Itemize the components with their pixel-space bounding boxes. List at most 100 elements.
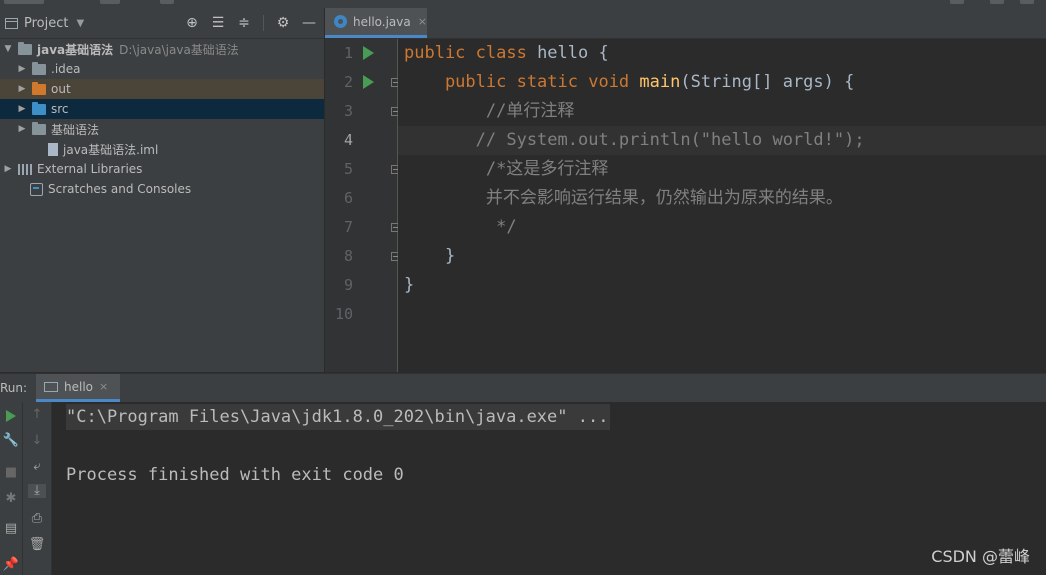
close-icon[interactable]: × bbox=[99, 380, 108, 393]
tab-hello-java[interactable]: hello.java × bbox=[325, 8, 427, 38]
tree-item[interactable]: ▶ 基础语法 bbox=[0, 119, 324, 139]
line-number: 2 bbox=[343, 73, 353, 91]
watermark: CSDN @蕾峰 bbox=[931, 547, 1030, 566]
project-panel-title[interactable]: Project bbox=[24, 16, 68, 31]
run-toolbar-primary: 🔧 ■ ✱ ▤ 📌 bbox=[0, 402, 23, 575]
code-token: // System.out.println("hello world!"); bbox=[404, 130, 865, 150]
close-icon[interactable]: × bbox=[418, 15, 427, 28]
code-token: } bbox=[404, 246, 456, 266]
toolbar-remnant bbox=[990, 0, 1004, 4]
code-token: public class bbox=[404, 43, 538, 63]
run-gutter-icon[interactable] bbox=[363, 46, 374, 60]
pin-icon[interactable]: 📌 bbox=[2, 558, 20, 572]
tree-item-label: Scratches and Consoles bbox=[48, 182, 192, 196]
tree-item[interactable]: ▶ out bbox=[0, 79, 324, 99]
tab-label: hello.java bbox=[353, 14, 411, 29]
code-token: public static void bbox=[404, 72, 640, 92]
scroll-to-end-icon[interactable]: ⤓ bbox=[28, 484, 46, 498]
code-line: public static void main(String[] args) { bbox=[404, 68, 854, 97]
editor-tab-bar: hello.java × bbox=[325, 8, 1046, 39]
project-tree: ▼ java基础语法 D:\java\java基础语法 ▶ .idea ▶ out ▶ src ▶… bbox=[0, 39, 324, 199]
run-panel-label: Run: bbox=[0, 381, 28, 395]
soft-wrap-icon[interactable]: ⤶ bbox=[28, 460, 46, 474]
arrow-up-icon[interactable]: ↑ bbox=[28, 408, 46, 422]
folder-icon bbox=[32, 61, 46, 75]
run-console-output[interactable]: "C:\Program Files\Java\jdk1.8.0_202\bin\… bbox=[52, 402, 1046, 575]
code-line: */ bbox=[404, 213, 517, 242]
hide-panel-icon[interactable]: — bbox=[302, 15, 316, 31]
code-line: } bbox=[404, 242, 455, 271]
wrench-icon[interactable]: 🔧 bbox=[2, 434, 20, 448]
locate-file-icon[interactable]: ⊕ bbox=[185, 15, 199, 31]
chevron-down-icon[interactable]: ▼ bbox=[76, 18, 84, 29]
layout-icon[interactable]: ▤ bbox=[2, 522, 20, 536]
run-panel-header: Run: hello × bbox=[0, 373, 1046, 402]
chevron-right-icon[interactable]: ▶ bbox=[2, 164, 14, 174]
code-token: { bbox=[598, 43, 609, 63]
chevron-down-icon[interactable]: ▼ bbox=[2, 44, 14, 54]
line-number: 6 bbox=[343, 189, 353, 207]
project-panel-tools: ⊕ ☰ ≑ ⚙ — bbox=[185, 15, 316, 31]
gear-icon[interactable]: ⚙ bbox=[276, 15, 290, 31]
tree-item-label: 基础语法 bbox=[51, 122, 100, 137]
tree-item[interactable]: Scratches and Consoles bbox=[0, 179, 324, 199]
code-line: // System.out.println("hello world!"); bbox=[404, 126, 865, 155]
print-icon[interactable]: ⎙ bbox=[28, 512, 46, 526]
tree-item-label: src bbox=[51, 102, 69, 116]
java-class-icon bbox=[334, 15, 347, 28]
line-number: 8 bbox=[343, 247, 353, 265]
run-tab-label: hello bbox=[64, 379, 93, 394]
tree-item[interactable]: ▶ External Libraries bbox=[0, 159, 324, 179]
tree-item-label: out bbox=[51, 82, 71, 96]
collapse-all-icon[interactable]: ≑ bbox=[237, 15, 251, 31]
libraries-icon bbox=[18, 163, 32, 175]
line-number: 1 bbox=[343, 44, 353, 62]
code-line: public class hello { bbox=[404, 39, 609, 68]
console-line: "C:\Program Files\Java\jdk1.8.0_202\bin\… bbox=[66, 404, 611, 430]
run-tab-hello[interactable]: hello × bbox=[36, 374, 120, 402]
folder-icon bbox=[32, 121, 46, 135]
debug-icon[interactable]: ✱ bbox=[2, 492, 20, 506]
chevron-right-icon[interactable]: ▶ bbox=[16, 64, 28, 74]
module-folder-icon bbox=[18, 41, 32, 55]
rerun-icon[interactable] bbox=[2, 410, 20, 422]
code-token: } bbox=[404, 275, 415, 295]
arrow-down-icon[interactable]: ↓ bbox=[28, 434, 46, 448]
console-icon bbox=[44, 381, 58, 392]
trash-icon[interactable]: 🗑 bbox=[28, 538, 46, 552]
toolbar-remnant bbox=[4, 0, 44, 4]
top-toolbar-strip bbox=[0, 0, 1046, 8]
tree-item[interactable]: ▶ src bbox=[0, 99, 324, 119]
line-number: 5 bbox=[343, 160, 353, 178]
line-number: 7 bbox=[343, 218, 353, 236]
project-window-icon bbox=[5, 17, 18, 29]
tree-item[interactable]: ▼ java基础语法 D:\java\java基础语法 bbox=[0, 39, 324, 59]
tree-item[interactable]: ▶ .idea bbox=[0, 59, 324, 79]
console-line: Process finished with exit code 0 bbox=[66, 465, 404, 485]
toolbar-remnant bbox=[950, 0, 964, 4]
code-line: } bbox=[404, 271, 414, 300]
chevron-right-icon[interactable]: ▶ bbox=[16, 104, 28, 114]
toolbar-remnant bbox=[100, 0, 120, 4]
tree-item-label: External Libraries bbox=[37, 162, 143, 176]
line-number: 4 bbox=[343, 131, 353, 149]
line-number: 9 bbox=[343, 276, 353, 294]
source-folder-icon bbox=[32, 101, 46, 115]
scratches-icon bbox=[30, 182, 43, 196]
project-panel-header: Project ▼ ⊕ ☰ ≑ ⚙ — bbox=[0, 8, 324, 39]
stop-icon[interactable]: ■ bbox=[2, 466, 20, 480]
line-number: 10 bbox=[334, 305, 353, 323]
output-folder-icon bbox=[32, 81, 46, 95]
code-token: */ bbox=[404, 217, 517, 237]
tree-item[interactable]: java基础语法.iml bbox=[0, 139, 324, 159]
expand-all-icon[interactable]: ☰ bbox=[211, 15, 225, 31]
chevron-right-icon[interactable]: ▶ bbox=[16, 84, 28, 94]
code-token: main bbox=[639, 72, 681, 92]
code-editor[interactable]: public class hello { public static void … bbox=[398, 39, 1046, 372]
code-token: /*这是多行注释 bbox=[404, 159, 609, 179]
code-token: 并不会影响运行结果，仍然输出为原来的结果。 bbox=[404, 188, 843, 208]
toolbar-remnant bbox=[160, 0, 174, 4]
run-gutter-icon[interactable] bbox=[363, 75, 374, 89]
tree-item-label: .idea bbox=[51, 62, 81, 76]
chevron-right-icon[interactable]: ▶ bbox=[16, 124, 28, 134]
